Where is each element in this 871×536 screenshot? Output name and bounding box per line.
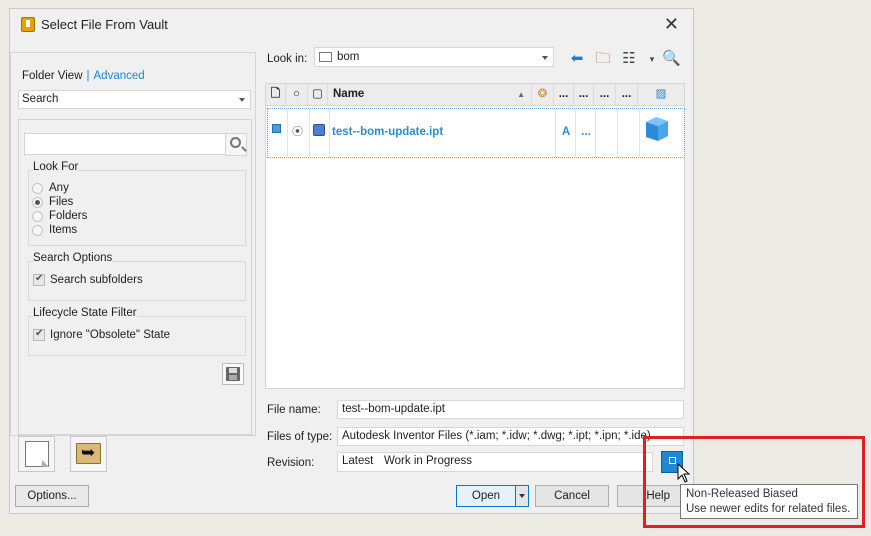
item-icon xyxy=(313,124,325,136)
checkbox-label: Ignore "Obsolete" State xyxy=(50,329,171,341)
view-dropdown-icon[interactable]: ▾ xyxy=(643,50,661,68)
extra-value: ... xyxy=(581,126,591,138)
file-list-header: 🗋 ○ ▢ Name ▲ ❂ ... ... ... ... ▨ xyxy=(266,84,684,106)
status-column-icon[interactable]: ○ xyxy=(286,84,308,105)
options-button[interactable]: Options... xyxy=(15,485,89,507)
new-folder-icon[interactable]: 🗀 xyxy=(594,50,612,68)
search-options-title: Search Options xyxy=(33,252,113,264)
files-of-type-dropdown[interactable]: Autodesk Inventor Files (*.iam; *.idw; *… xyxy=(337,427,684,446)
look-for-group: Look For Any Files Folders Items xyxy=(28,161,246,246)
revision-value: Latest xyxy=(342,455,374,467)
view-menu-icon[interactable]: ☷ xyxy=(620,50,638,68)
radio-circle-icon xyxy=(32,210,43,222)
folder-arrow-icon xyxy=(76,443,101,464)
lifecycle-column-icon[interactable]: ❂ xyxy=(532,84,554,105)
search-mode-value: Search xyxy=(22,93,59,105)
highlight-annotation-box xyxy=(643,436,865,528)
look-in-dropdown[interactable]: bom xyxy=(314,47,554,67)
checkbox-checked-icon xyxy=(33,328,45,341)
vault-app-icon xyxy=(21,17,35,32)
file-type-column-icon[interactable]: 🗋 xyxy=(266,84,286,105)
view-links: Folder View | Advanced xyxy=(22,70,145,82)
search-options-group: Search Options Search subfolders xyxy=(28,252,246,301)
checkout-column-icon[interactable]: ▢ xyxy=(308,84,328,105)
search-subfolders-checkbox[interactable]: Search subfolders xyxy=(33,273,143,286)
extra-cell xyxy=(596,109,618,157)
sort-asc-icon: ▲ xyxy=(517,90,525,99)
file-type-cell xyxy=(268,109,288,157)
ignore-obsolete-checkbox[interactable]: Ignore "Obsolete" State xyxy=(33,328,171,341)
back-arrow-icon[interactable]: ⬅ xyxy=(568,50,586,68)
radio-items[interactable]: Items xyxy=(32,223,77,237)
radio-label: Items xyxy=(49,224,78,236)
extra-cell xyxy=(618,109,640,157)
lifecycle-filter-title: Lifecycle State Filter xyxy=(33,307,137,319)
checkout-cell xyxy=(310,109,330,157)
folder-view-link[interactable]: Folder View xyxy=(22,70,83,82)
file-name-link[interactable]: test--bom-update.ipt xyxy=(332,126,443,138)
status-check-icon: ⦿ xyxy=(292,126,303,138)
look-for-title: Look For xyxy=(33,161,79,173)
search-mode-dropdown[interactable]: Search xyxy=(18,90,251,109)
radio-circle-icon xyxy=(32,224,43,236)
radio-any[interactable]: Any xyxy=(32,181,69,195)
column-header[interactable]: ... xyxy=(574,84,594,105)
look-in-label: Look in: xyxy=(267,53,308,65)
column-header[interactable]: ... xyxy=(554,84,574,105)
radio-selected-icon xyxy=(32,196,43,208)
new-file-button[interactable] xyxy=(18,436,55,472)
search-icon[interactable]: 🔍 xyxy=(662,50,681,68)
chevron-down-icon xyxy=(239,98,245,102)
checkbox-label: Search subfolders xyxy=(50,274,143,286)
radio-circle-icon xyxy=(32,182,43,194)
search-button[interactable] xyxy=(225,133,247,156)
view-link-separator: | xyxy=(86,70,90,82)
open-folder-button[interactable] xyxy=(70,436,107,472)
search-icon xyxy=(230,137,241,148)
file-name-input[interactable]: test--bom-update.ipt xyxy=(337,400,684,419)
new-document-icon xyxy=(25,441,49,467)
open-button[interactable]: Open xyxy=(456,485,516,507)
cancel-button[interactable]: Cancel xyxy=(535,485,609,507)
radio-folders[interactable]: Folders xyxy=(32,209,87,223)
radio-files[interactable]: Files xyxy=(32,195,73,209)
lifecycle-cell xyxy=(534,109,556,157)
radio-label: Files xyxy=(49,196,74,208)
file-row[interactable]: ⦿ test--bom-update.ipt A ... xyxy=(267,108,685,158)
radio-label: Any xyxy=(49,182,69,194)
file-name-label: File name: xyxy=(267,404,321,416)
column-header[interactable]: ... xyxy=(594,84,616,105)
lifecycle-filter-group: Lifecycle State Filter Ignore "Obsolete"… xyxy=(28,307,246,356)
advanced-link[interactable]: Advanced xyxy=(94,70,145,82)
revision-label: Revision: xyxy=(267,457,315,469)
revision-value: A xyxy=(561,126,571,138)
part-thumbnail-icon xyxy=(646,117,668,141)
folder-icon xyxy=(319,52,332,62)
revision-cell: A xyxy=(556,109,576,157)
status-cell: ⦿ xyxy=(288,109,310,157)
look-in-value: bom xyxy=(337,51,360,63)
name-column-header[interactable]: Name ▲ xyxy=(328,84,532,105)
revision-dropdown[interactable]: Latest Work in Progress xyxy=(337,452,653,472)
thumbnail-column-icon[interactable]: ▨ xyxy=(638,84,684,105)
extra-cell: ... xyxy=(576,109,596,157)
file-list[interactable]: 🗋 ○ ▢ Name ▲ ❂ ... ... ... ... ▨ ⦿ test--… xyxy=(265,83,685,389)
close-button[interactable]: ✕ xyxy=(664,14,679,34)
checkbox-checked-icon xyxy=(33,273,45,286)
save-search-button[interactable] xyxy=(222,363,244,385)
part-file-icon xyxy=(272,124,281,133)
save-icon xyxy=(226,367,240,381)
open-options-dropdown[interactable] xyxy=(515,485,529,507)
search-input[interactable] xyxy=(24,133,227,155)
chevron-down-icon xyxy=(542,56,548,60)
title-bar: Select File From Vault ✕ xyxy=(10,9,693,40)
name-column-label: Name xyxy=(333,88,365,100)
dialog-title: Select File From Vault xyxy=(41,17,168,32)
revision-state: Work in Progress xyxy=(384,455,472,467)
column-header[interactable]: ... xyxy=(616,84,638,105)
radio-label: Folders xyxy=(49,210,88,222)
files-of-type-label: Files of type: xyxy=(267,431,333,443)
